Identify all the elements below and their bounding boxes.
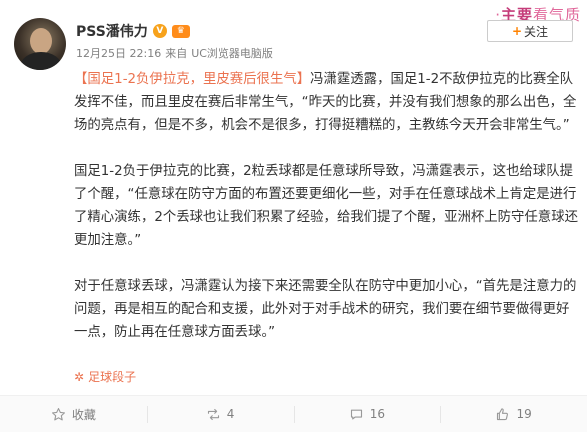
follow-label: 关注 bbox=[524, 24, 549, 39]
post-meta: 12月25日 22:16 来自 UC浏览器电脑版 bbox=[76, 45, 273, 61]
tag-icon: ✲ bbox=[74, 369, 85, 384]
hashtag-link[interactable]: 【国足1-2负伊拉克，里皮赛后很生气】 bbox=[74, 72, 310, 87]
like-count: 19 bbox=[516, 407, 532, 421]
like-button[interactable]: 19 bbox=[440, 396, 587, 432]
username[interactable]: PSS潘伟力 bbox=[76, 21, 148, 41]
post-paragraph-3: 对于任意球丢球，冯潇霆认为接下来还需要全队在防守中更加小心，“首先是注意力的问题… bbox=[74, 279, 577, 340]
repost-button[interactable]: 4 bbox=[146, 396, 294, 432]
avatar-body bbox=[20, 52, 62, 70]
collect-label: 收藏 bbox=[71, 407, 96, 422]
comment-icon bbox=[350, 409, 362, 419]
collect-button[interactable]: 收藏 bbox=[0, 396, 147, 432]
source-prefix: 来自 bbox=[165, 47, 188, 60]
repost-count: 4 bbox=[226, 407, 235, 421]
action-bar: 收藏 4 16 19 bbox=[0, 395, 587, 432]
comment-count: 16 bbox=[369, 407, 386, 421]
verified-icon[interactable]: V bbox=[152, 24, 167, 38]
avatar-face bbox=[30, 28, 52, 54]
thumbs-up-icon bbox=[497, 407, 509, 420]
post-paragraph-1: 【国足1-2负伊拉克，里皮赛后很生气】冯潇霆透露，国足1-2不敌伊拉克的比赛全队… bbox=[74, 68, 579, 137]
post-content: 【国足1-2负伊拉克，里皮赛后很生气】冯潇霆透露，国足1-2不敌伊拉克的比赛全队… bbox=[74, 68, 579, 344]
follow-button[interactable]: + 关注 bbox=[487, 20, 573, 42]
post-timestamp[interactable]: 12月25日 22:16 bbox=[76, 45, 161, 61]
source-client[interactable]: UC浏览器电脑版 bbox=[191, 45, 273, 61]
vip-crown-icon[interactable]: ♛ bbox=[171, 24, 190, 38]
avatar[interactable] bbox=[14, 18, 66, 70]
username-row: PSS潘伟力 V ♛ bbox=[76, 22, 273, 40]
comment-button[interactable]: 16 bbox=[293, 396, 441, 432]
post-paragraph-2: 国足1-2负于伊拉克的比赛，2粒丢球都是任意球所导致，冯潇霆表示，这也给球队提了… bbox=[74, 164, 578, 248]
post-header: PSS潘伟力 V ♛ 12月25日 22:16 来自 UC浏览器电脑版 bbox=[76, 22, 273, 61]
source-tag[interactable]: ✲ 足球段子 bbox=[74, 368, 136, 385]
repost-icon bbox=[207, 408, 219, 420]
source-tag-label: 足球段子 bbox=[88, 370, 137, 384]
plus-icon: + bbox=[511, 24, 523, 38]
star-icon bbox=[51, 407, 65, 420]
